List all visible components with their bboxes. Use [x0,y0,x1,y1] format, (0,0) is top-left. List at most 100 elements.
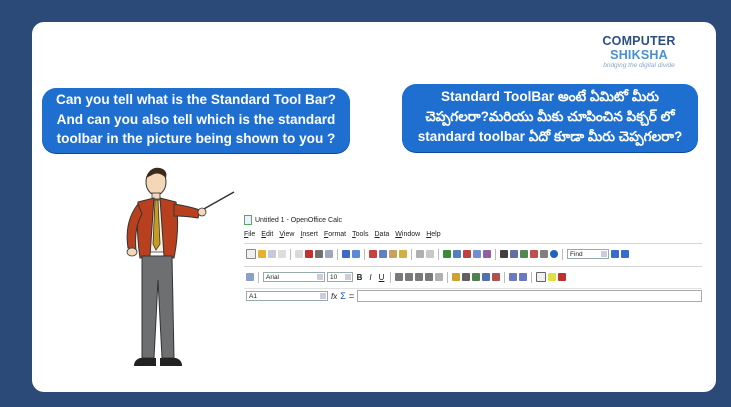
align-center-icon[interactable] [405,273,413,281]
toolbar-separator [438,248,439,260]
menu-format[interactable]: Format [324,231,346,238]
data-sources-icon[interactable] [530,250,538,258]
sum-icon[interactable]: Σ [340,291,346,301]
cell-reference: A1 [249,292,257,300]
bold-button[interactable]: B [355,273,364,282]
help-icon[interactable] [550,250,558,258]
logo-tagline: bridging the digital divide [603,62,675,69]
currency-format-icon[interactable] [452,273,460,281]
justify-icon[interactable] [425,273,433,281]
new-document-icon[interactable] [246,249,256,259]
name-box-dropdown-icon[interactable] [320,293,326,299]
chart-icon[interactable] [473,250,481,258]
computer-shiksha-logo: COMPUTER SHIKSHA bridging the digital di… [572,34,706,69]
question-english-bubble: Can you tell what is the Standard Tool B… [42,88,350,153]
export-pdf-icon[interactable] [305,250,313,258]
underline-button[interactable]: U [377,273,386,282]
menu-insert[interactable]: Insert [300,231,318,238]
standard-format-icon[interactable] [472,273,480,281]
align-right-icon[interactable] [415,273,423,281]
paste-icon[interactable] [389,250,397,258]
find-next-icon[interactable] [611,250,619,258]
menu-data[interactable]: Data [374,231,389,238]
toolbar-separator [447,271,448,283]
question-te-line3: standard toolbar ఏదో కూడా మీరు చెప్పగలరా… [417,129,683,144]
delete-decimal-icon[interactable] [492,273,500,281]
font-name-dropdown-icon[interactable] [317,274,323,280]
teacher-illustration [126,167,235,366]
increase-indent-icon[interactable] [519,273,527,281]
copy-icon[interactable] [379,250,387,258]
autospellcheck-icon[interactable] [352,250,360,258]
find-placeholder: Find [570,250,583,258]
font-name-value: Arial [266,273,280,281]
menu-help[interactable]: Help [426,231,440,238]
italic-button[interactable]: I [366,273,375,282]
toolbar-separator [364,248,365,260]
open-folder-icon[interactable] [258,250,266,258]
save-icon[interactable] [268,250,276,258]
window-titlebar: Untitled 1 - OpenOffice Calc [244,214,702,226]
slide: COMPUTER SHIKSHA bridging the digital di… [32,22,716,392]
calc-document-icon [244,215,252,225]
font-size-dropdown-icon[interactable] [345,274,351,280]
gallery-icon[interactable] [520,250,528,258]
font-size-value: 10 [330,273,338,281]
name-box[interactable]: A1 [246,291,328,301]
formula-input[interactable] [357,290,702,302]
hyperlink-icon[interactable] [443,250,451,258]
menu-window[interactable]: Window [395,231,420,238]
merge-cells-icon[interactable] [435,273,443,281]
undo-icon[interactable] [416,250,424,258]
align-left-icon[interactable] [395,273,403,281]
add-decimal-icon[interactable] [482,273,490,281]
openoffice-calc-window: Untitled 1 - OpenOffice Calc File Edit V… [244,214,702,309]
find-previous-icon[interactable] [621,250,629,258]
zoom-icon[interactable] [540,250,548,258]
font-color-icon[interactable] [558,273,566,281]
background-color-icon[interactable] [548,273,556,281]
navigator-icon[interactable] [510,250,518,258]
cut-icon[interactable] [369,250,377,258]
toolbar-separator [562,248,563,260]
pivot-table-icon[interactable] [483,250,491,258]
logo-name-part2: SHIKSHA [610,48,668,62]
decrease-indent-icon[interactable] [509,273,517,281]
email-icon[interactable] [278,250,286,258]
sort-ascending-icon[interactable] [453,250,461,258]
format-paintbrush-icon[interactable] [399,250,407,258]
borders-icon[interactable] [536,272,546,282]
question-en-line1: Can you tell what is the Standard Tool B… [56,92,336,107]
spellcheck-icon[interactable] [342,250,350,258]
print-preview-icon[interactable] [325,250,333,258]
toolbar-separator [495,248,496,260]
percent-format-icon[interactable] [462,273,470,281]
print-icon[interactable] [315,250,323,258]
find-replace-icon[interactable] [500,250,508,258]
styles-icon[interactable] [246,273,254,281]
find-input[interactable]: Find [567,249,609,259]
toolbar-separator [290,248,291,260]
toolbar-separator [531,271,532,283]
font-name-select[interactable]: Arial [263,272,325,282]
menu-tools[interactable]: Tools [352,231,368,238]
standard-toolbar: Find [244,243,702,264]
redo-icon[interactable] [426,250,434,258]
toolbar-separator [337,248,338,260]
edit-file-icon[interactable] [295,250,303,258]
menu-edit[interactable]: Edit [261,231,273,238]
font-size-select[interactable]: 10 [327,272,353,282]
toolbar-separator [258,271,259,283]
toolbar-separator [411,248,412,260]
find-dropdown-icon[interactable] [601,251,607,257]
sort-descending-icon[interactable] [463,250,471,258]
question-telugu-bubble: Standard ToolBar అంటే ఏమిటో మీరు చెప్పగల… [402,84,698,152]
formula-equals-icon[interactable]: = [349,291,354,301]
menu-file[interactable]: File [244,231,255,238]
question-te-line2: చెప్పగలరా?మరియు మీకు చూపించిన పిక్చర్ లో [425,109,675,124]
question-te-line1: Standard ToolBar అంటే ఏమిటో మీరు [441,89,659,104]
menu-view[interactable]: View [279,231,294,238]
function-wizard-icon[interactable]: fx [331,292,337,301]
question-en-line2: And can you also tell which is the stand… [56,111,336,127]
formula-bar: A1 fx Σ = [244,288,702,303]
